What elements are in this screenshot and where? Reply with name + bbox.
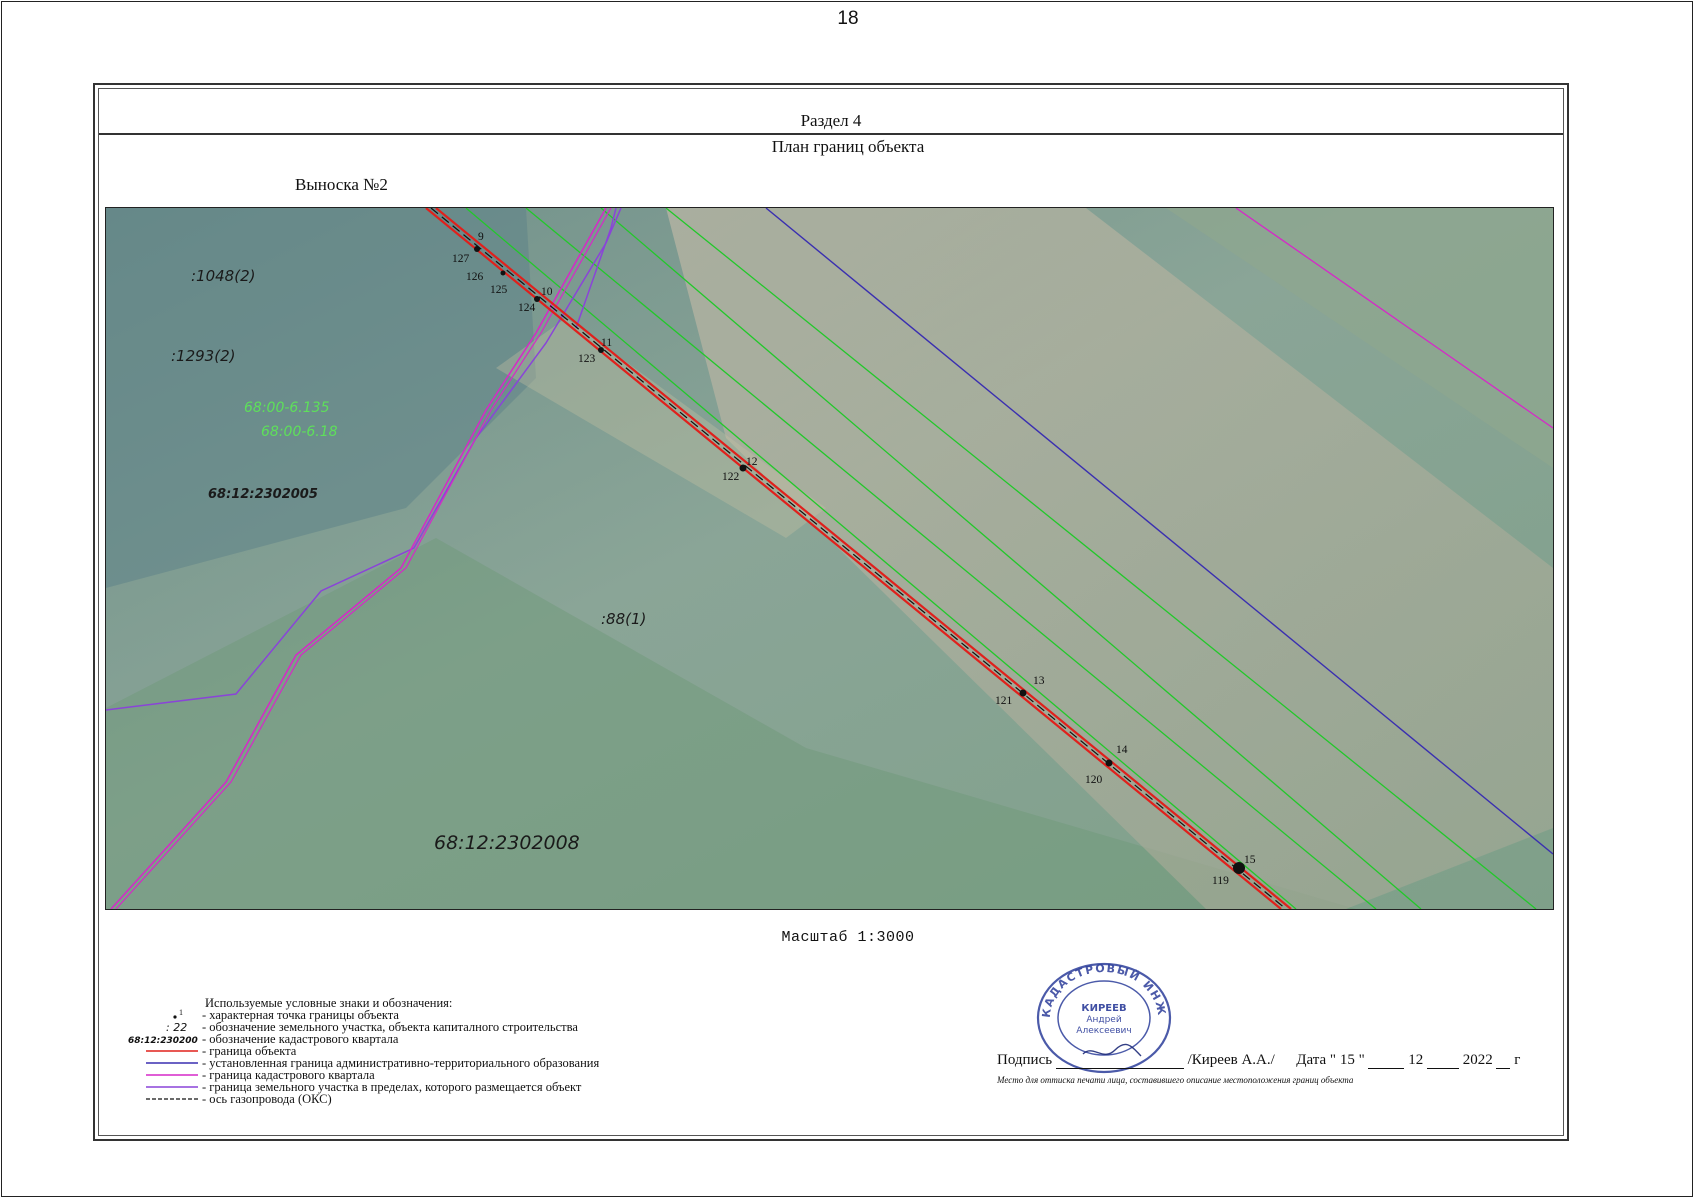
signature-blank — [1055, 1054, 1184, 1069]
point-label-12: 12 — [746, 456, 758, 468]
point-label-124: 124 — [518, 302, 536, 314]
date-month: 12 — [1408, 1052, 1424, 1068]
point-label-123: 123 — [578, 353, 596, 365]
point-label-120: 120 — [1085, 774, 1103, 786]
point-13[interactable] — [1019, 689, 1027, 697]
date-year-suffix: г — [1514, 1052, 1521, 1068]
legend-quarter-symbol-text: 68:12:2302005 — [128, 1036, 198, 1045]
stamp-line3: Алексеевич — [1076, 1026, 1131, 1036]
quarter-label-2302008: 68:12:2302008 — [434, 832, 580, 854]
legend-point-symbol: 1 — [173, 1009, 183, 1019]
legend-gas-line — [146, 1098, 198, 1100]
point-label-15: 15 — [1244, 854, 1256, 866]
quarter-label-2302005: 68:12:2302005 — [208, 487, 318, 502]
signature-label: Подпись — [997, 1052, 1053, 1068]
signature-line: Подпись /Киреев А.А./ Дата " 15 " 12 202… — [997, 1052, 1521, 1069]
stamp-line1: КИРЕЕВ — [1081, 1003, 1126, 1014]
point-label-13: 13 — [1033, 675, 1045, 687]
section-header: Раздел 4 — [99, 89, 1563, 135]
point-label-11: 11 — [601, 337, 612, 349]
stamp-place-note: Место для оттиска печати лица, составивш… — [997, 1075, 1354, 1085]
plan-title: План границ объекта — [771, 137, 925, 156]
point-label-125: 125 — [490, 284, 508, 296]
date-label: Дата " — [1296, 1052, 1337, 1068]
date-year: 2022 — [1462, 1052, 1493, 1068]
point-label-119: 119 — [1212, 875, 1229, 887]
parcel-label-1048: :1048(2) — [191, 267, 255, 285]
zone-label-18: 68:00-6.18 — [261, 424, 338, 440]
signer-name: /Киреев А.А./ — [1187, 1052, 1275, 1068]
point-label-127: 127 — [452, 253, 470, 265]
legend-item-text: - ось газопровода (ОКС) — [202, 1092, 332, 1106]
map-view[interactable]: 9 127 126 125 10 124 11 123 12 122 13 12… — [105, 207, 1554, 910]
point-126[interactable] — [500, 270, 506, 276]
point-label-9: 9 — [478, 231, 484, 243]
point-9[interactable] — [474, 246, 480, 252]
parcel-label-88: :88(1) — [601, 610, 646, 628]
page-number: 18 — [837, 8, 859, 29]
legend-parcel-line — [146, 1086, 198, 1088]
point-label-121: 121 — [995, 695, 1013, 707]
legend-point-symbol-text: 1 — [179, 1009, 183, 1017]
parcel-label-1293: :1293(2) — [171, 347, 235, 365]
date-day: 15 — [1339, 1052, 1355, 1068]
zone-label-135: 68:00-6.135 — [244, 400, 330, 416]
stamp-line2: Андрей — [1086, 1015, 1122, 1025]
callout-title: Выноска №2 — [295, 175, 388, 194]
legend-admin-line — [146, 1062, 198, 1064]
point-label-10: 10 — [541, 286, 553, 298]
legend-quarter-symbol: 68:12:2302005 — [128, 1036, 198, 1045]
point-label-122: 122 — [722, 471, 740, 483]
point-label-126: 126 — [466, 271, 484, 283]
point-14[interactable] — [1105, 759, 1113, 767]
legend-parcel-symbol: : 22 — [166, 1021, 187, 1033]
legend-quarter-line — [146, 1074, 198, 1076]
scale-label: Масштаб 1:3000 — [781, 929, 915, 946]
point-label-14: 14 — [1116, 744, 1128, 756]
section-title: Раздел 4 — [800, 111, 862, 130]
legend-parcel-symbol-text: : 22 — [166, 1021, 187, 1033]
legend-object-line — [146, 1050, 198, 1052]
